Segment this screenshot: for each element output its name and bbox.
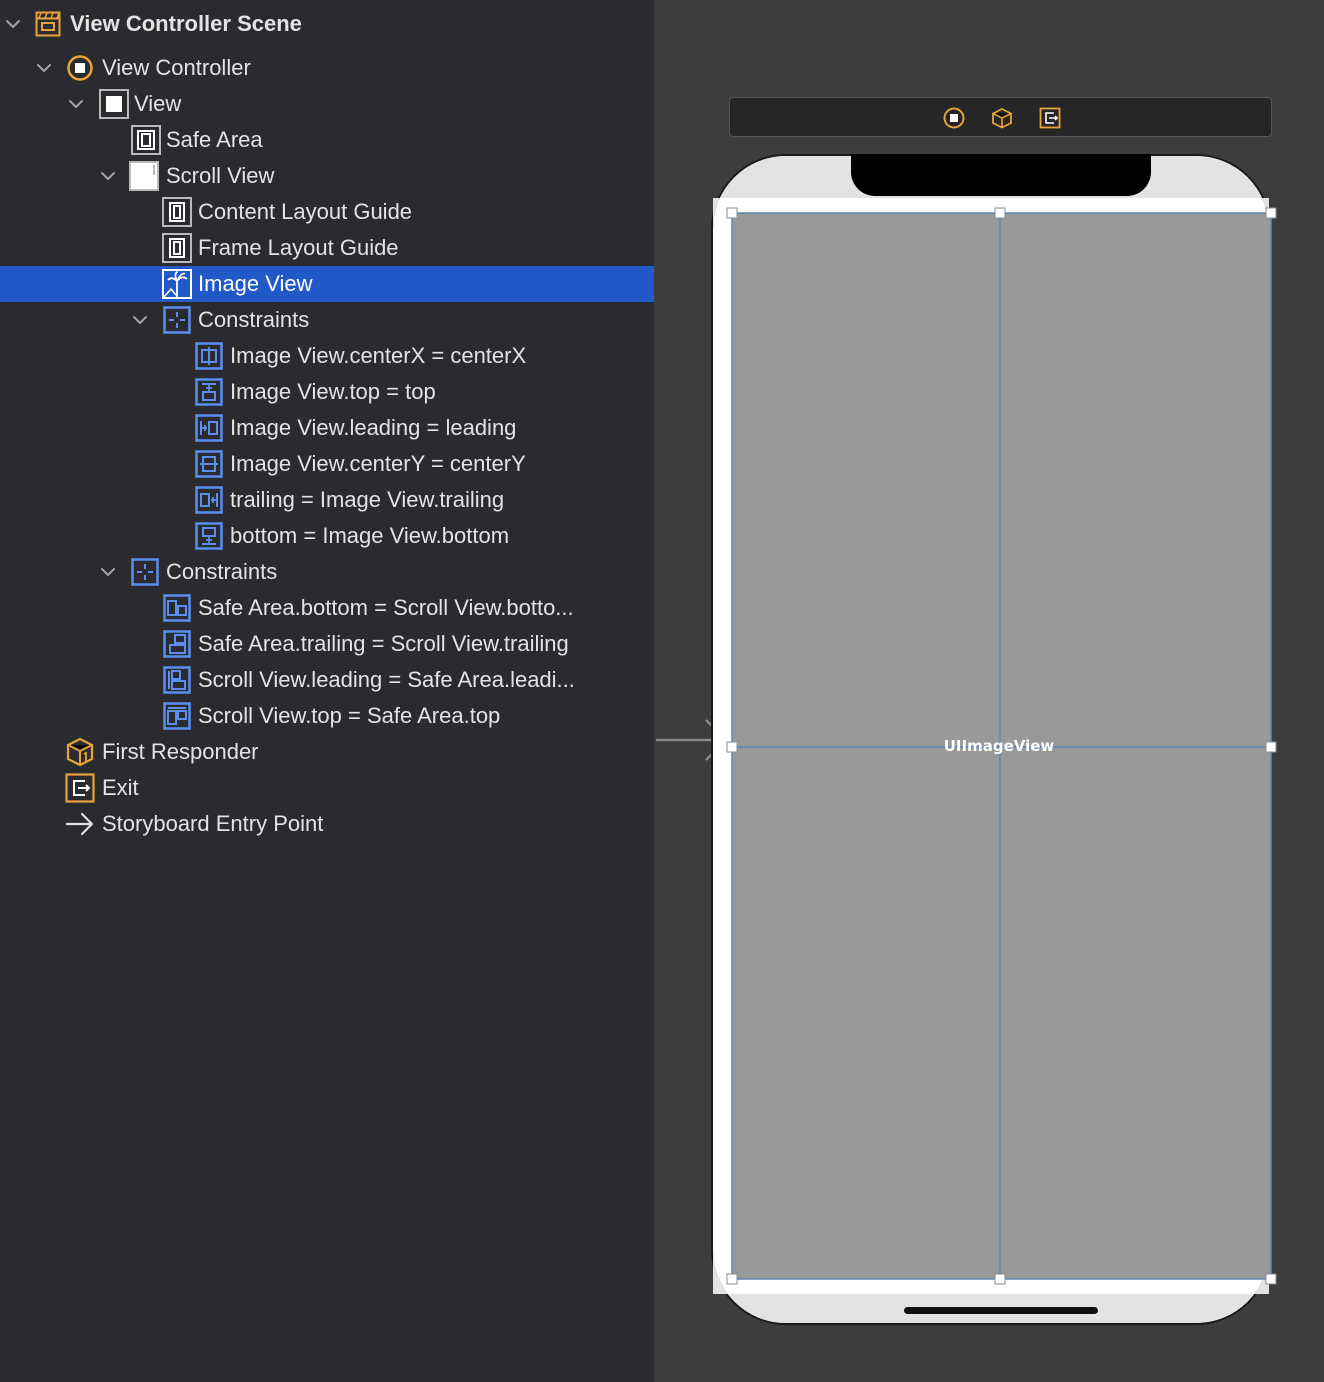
constraint-trailing-icon: [195, 486, 223, 514]
constraint-leading-icon: [163, 666, 191, 694]
outline-item-constraint[interactable]: Scroll View.top = Safe Area.top: [0, 698, 654, 734]
outline-item-image-view[interactable]: Image View: [0, 266, 654, 302]
constraint-bottom-icon: [195, 522, 223, 550]
outline-item-view-controller-scene[interactable]: View Controller Scene: [0, 6, 654, 42]
document-outline: View Controller Scene View Controller Vi…: [0, 0, 654, 1382]
outline-item-label: trailing = Image View.trailing: [230, 487, 505, 512]
constraint-top-icon: [163, 702, 191, 730]
constraint-bottom-icon: [163, 594, 191, 622]
outline-item-constraint[interactable]: bottom = Image View.bottom: [0, 518, 654, 554]
outline-item-label: Frame Layout Guide: [198, 235, 399, 260]
outline-item-content-layout-guide[interactable]: Content Layout Guide: [0, 194, 654, 230]
outline-item-constraint[interactable]: Scroll View.leading = Safe Area.leadi...: [0, 662, 654, 698]
outline-item-view[interactable]: View: [0, 86, 654, 122]
outline-item-label: View: [134, 91, 182, 116]
outline-item-constraint[interactable]: Image View.top = top: [0, 374, 654, 410]
outline-item-storyboard-entry-point[interactable]: Storyboard Entry Point: [0, 806, 654, 842]
layout-guide-icon: [162, 233, 192, 263]
outline-item-scroll-view[interactable]: Scroll View: [0, 158, 654, 194]
outline-item-label: Safe Area.bottom = Scroll View.botto...: [198, 595, 574, 620]
chevron-down-icon[interactable]: [99, 167, 117, 185]
outline-item-label: Scroll View.leading = Safe Area.leadi...: [198, 667, 575, 692]
outline-item-exit[interactable]: Exit: [0, 770, 654, 806]
outline-item-label: First Responder: [102, 739, 259, 764]
outline-item-label: Content Layout Guide: [198, 199, 413, 224]
outline-item-safe-area[interactable]: Safe Area: [0, 122, 654, 158]
outline-item-label: Image View.centerX = centerX: [230, 343, 527, 368]
outline-item-label: View Controller: [102, 55, 251, 80]
view-controller-icon: [67, 55, 93, 81]
chevron-down-icon[interactable]: [35, 59, 53, 77]
outline-item-label: Scroll View.top = Safe Area.top: [198, 703, 501, 728]
outline-item-constraint[interactable]: Safe Area.trailing = Scroll View.trailin…: [0, 626, 654, 662]
outline-item-label: Image View: [198, 271, 313, 296]
chevron-down-icon[interactable]: [99, 563, 117, 581]
outline-item-label: Safe Area: [166, 127, 263, 152]
outline-item-label: Scroll View: [166, 163, 275, 188]
image-view-placeholder-label: UIImageView: [943, 737, 1055, 755]
constraints-icon: [163, 306, 191, 334]
outline-item-constraints[interactable]: Constraints: [0, 302, 654, 338]
arrow-right-icon: [65, 811, 95, 837]
outline-item-label: Storyboard Entry Point: [102, 811, 324, 836]
outline-item-label: Image View.top = top: [230, 379, 436, 404]
outline-item-constraint[interactable]: Safe Area.bottom = Scroll View.botto...: [0, 590, 654, 626]
outline-item-frame-layout-guide[interactable]: Frame Layout Guide: [0, 230, 654, 266]
outline-item-first-responder[interactable]: First Responder: [0, 734, 654, 770]
outline-item-label: Exit: [102, 775, 139, 800]
outline-item-label: Constraints: [166, 559, 278, 584]
notch: [851, 154, 1151, 196]
outline-item-label: bottom = Image View.bottom: [230, 523, 510, 548]
chevron-down-icon[interactable]: [67, 95, 85, 113]
first-responder-icon: [66, 737, 94, 767]
constraint-center-x-icon: [195, 342, 223, 370]
outline-item-constraint[interactable]: Image View.centerY = centerY: [0, 446, 654, 482]
outline-item-constraints[interactable]: Constraints: [0, 554, 654, 590]
scroll-view-icon: [129, 161, 159, 191]
outline-item-constraint[interactable]: Image View.centerX = centerX: [0, 338, 654, 374]
outline-item-label: Image View.leading = leading: [230, 415, 517, 440]
view-icon: [99, 89, 129, 119]
layout-guide-icon: [131, 125, 161, 155]
outline-item-label: Image View.centerY = centerY: [230, 451, 526, 476]
iphone-frame: [656, 154, 1277, 1325]
outline-item-constraint[interactable]: Image View.leading = leading: [0, 410, 654, 446]
constraint-top-icon: [195, 378, 223, 406]
outline-item-constraint[interactable]: trailing = Image View.trailing: [0, 482, 654, 518]
storyboard-canvas[interactable]: UIImageView: [654, 0, 1324, 1382]
chevron-down-icon[interactable]: [4, 15, 22, 33]
constraints-icon: [131, 558, 159, 586]
outline-item-label: Constraints: [198, 307, 310, 332]
outline-item-view-controller[interactable]: View Controller: [0, 50, 654, 86]
layout-guide-icon: [162, 197, 192, 227]
image-view-icon: [162, 269, 192, 299]
outline-item-label: Safe Area.trailing = Scroll View.trailin…: [198, 631, 569, 656]
constraint-leading-icon: [195, 414, 223, 442]
outline-item-label: View Controller Scene: [70, 11, 302, 36]
home-indicator: [904, 1307, 1098, 1314]
exit-icon: [65, 773, 95, 803]
scene-icon: [35, 11, 61, 37]
constraint-trailing-icon: [163, 630, 191, 658]
chevron-down-icon[interactable]: [131, 311, 149, 329]
constraint-center-y-icon: [195, 450, 223, 478]
